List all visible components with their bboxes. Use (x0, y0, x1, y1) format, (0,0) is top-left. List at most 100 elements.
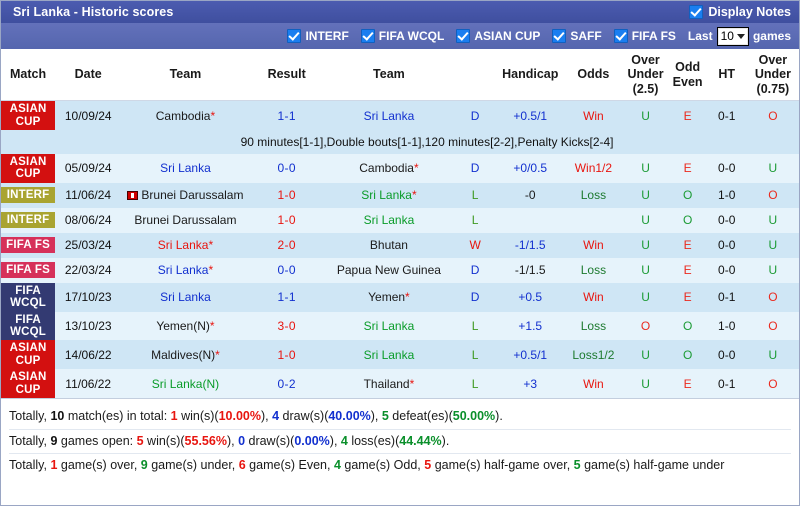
match-result[interactable]: 1-0 (249, 340, 324, 370)
col-result[interactable]: Result (249, 49, 324, 102)
competition-filter-bar: INTERF FIFA WCQL ASIAN CUP SAFF FIFA FS … (1, 23, 799, 49)
col-handicap[interactable]: Handicap (496, 49, 565, 102)
s3-under: 9 (140, 458, 148, 472)
col-odd-even[interactable]: Odd Even (668, 49, 707, 102)
match-result[interactable]: 0-2 (249, 369, 324, 398)
summary-line-1: Totally, 10 match(es) in total: 1 win(s)… (9, 405, 791, 429)
col-team-away[interactable]: Team (323, 49, 455, 102)
competition-badge-cell[interactable]: INTERF (1, 207, 56, 233)
away-team[interactable]: Cambodia* (323, 153, 455, 183)
table-row[interactable]: ASIAN CUP 05/09/24 Sri Lanka 0-0 Cambodia… (1, 153, 799, 183)
col-ht[interactable]: HT (706, 49, 747, 102)
col-ou075-line3: (0.75) (756, 81, 790, 96)
home-team[interactable]: Maldives(N)* (121, 340, 250, 370)
win-draw-loss: D (454, 257, 497, 283)
home-team[interactable]: Sri Lanka (121, 153, 250, 183)
away-team[interactable]: Yemen* (323, 282, 455, 312)
match-result[interactable]: 1-1 (249, 282, 324, 312)
away-team[interactable]: Bhutan (323, 232, 455, 258)
col-match[interactable]: Match (1, 49, 56, 102)
col-team-home[interactable]: Team (121, 49, 250, 102)
table-row[interactable]: INTERF 08/06/24 Brunei Darussalam 1-0 Sr… (1, 207, 799, 233)
table-row[interactable]: FIFA FS 22/03/24 Sri Lanka* 0-0 Papua Ne… (1, 257, 799, 283)
competition-badge-cell[interactable]: ASIAN CUP (1, 340, 56, 370)
over-under-075-value: O (746, 100, 799, 130)
competition-badge-cell[interactable]: FIFA WCQL (1, 311, 56, 341)
table-row[interactable]: ASIAN CUP 14/06/22 Maldives(N)* 1-0 Sri L… (1, 340, 799, 370)
home-team[interactable]: Brunei Darussalam (121, 207, 250, 233)
display-notes-checkbox[interactable] (689, 5, 704, 19)
filter-saff[interactable]: SAFF (552, 29, 602, 43)
table-row[interactable]: FIFA FS 25/03/24 Sri Lanka* 2-0 Bhutan W… (1, 232, 799, 258)
match-date: 22/03/24 (55, 257, 122, 283)
table-row[interactable]: ASIAN CUP 10/09/24 Cambodia* 1-1 Sri Lank… (1, 100, 799, 130)
s1-p0: Totally, (9, 409, 51, 423)
filter-fifa-wcql[interactable]: FIFA WCQL (360, 29, 444, 43)
filter-fifa-fs-checkbox[interactable] (613, 29, 628, 43)
filter-interf-checkbox[interactable] (287, 29, 302, 43)
col-over-under-25[interactable]: Over Under (2.5) (622, 49, 669, 102)
match-result[interactable]: 1-0 (249, 207, 324, 233)
match-result[interactable]: 0-0 (249, 257, 324, 283)
competition-badge-cell[interactable]: FIFA WCQL (1, 282, 56, 312)
away-team[interactable]: Sri Lanka* (323, 182, 455, 208)
competition-badge-cell[interactable]: FIFA FS (1, 257, 56, 283)
away-team[interactable]: Sri Lanka (323, 100, 455, 130)
away-team[interactable]: Sri Lanka (323, 340, 455, 370)
filter-saff-checkbox[interactable] (552, 29, 567, 43)
competition-badge-cell[interactable]: ASIAN CUP (1, 100, 56, 130)
filter-fifa-wcql-checkbox[interactable] (360, 29, 375, 43)
odd-even-value: E (668, 282, 707, 312)
match-result[interactable]: 0-0 (249, 153, 324, 183)
historic-scores-table: Match Date Team Result Team Handicap Odd… (1, 49, 799, 398)
away-team[interactable]: Sri Lanka (323, 207, 455, 233)
filter-asian-cup-checkbox[interactable] (456, 29, 471, 43)
away-team[interactable]: Papua New Guinea (323, 257, 455, 283)
filter-asian-cup[interactable]: ASIAN CUP (456, 29, 540, 43)
away-team[interactable]: Thailand* (323, 369, 455, 398)
odds-result: Win (564, 100, 623, 130)
half-time-score: 0-1 (706, 282, 747, 312)
s1-win-pct: 10.00% (218, 409, 261, 423)
away-team[interactable]: Sri Lanka (323, 311, 455, 341)
match-result[interactable]: 1-0 (249, 182, 324, 208)
home-team[interactable]: Sri Lanka* (121, 257, 250, 283)
match-result[interactable]: 2-0 (249, 232, 324, 258)
col-over-under-075[interactable]: Over Under (0.75) (746, 49, 799, 102)
home-team[interactable]: Sri Lanka (121, 282, 250, 312)
home-team[interactable]: Sri Lanka* (121, 232, 250, 258)
s1-p1: match(es) in total: (64, 409, 171, 423)
home-team[interactable]: Cambodia* (121, 100, 250, 130)
filter-fifa-fs[interactable]: FIFA FS (613, 29, 676, 43)
filter-interf[interactable]: INTERF (287, 29, 349, 43)
odds-result: Loss (564, 182, 623, 208)
display-notes-toggle[interactable]: Display Notes (689, 5, 791, 19)
table-row[interactable]: INTERF 11/06/24 Brunei Darussalam 1-0 Sr… (1, 182, 799, 208)
col-oddeven-line1: Odd (675, 60, 701, 75)
competition-badge-cell[interactable]: INTERF (1, 182, 56, 208)
table-row[interactable]: FIFA WCQL 17/10/23 Sri Lanka 1-1 Yemen* D… (1, 282, 799, 312)
competition-badge-cell[interactable]: FIFA FS (1, 232, 56, 258)
col-wdl (454, 49, 497, 102)
competition-badge: FIFA WCQL (1, 282, 56, 312)
home-team[interactable]: Yemen(N)* (121, 311, 250, 341)
match-date: 25/03/24 (55, 232, 122, 258)
handicap-value: +0/0.5 (496, 153, 565, 183)
col-odds[interactable]: Odds (564, 49, 623, 102)
col-date[interactable]: Date (55, 49, 122, 102)
handicap-value: -1/1.5 (496, 257, 565, 283)
odds-result: Win (564, 232, 623, 258)
odd-even-value: E (668, 369, 707, 398)
match-result[interactable]: 1-1 (249, 100, 324, 130)
competition-badge-cell[interactable]: ASIAN CUP (1, 153, 56, 183)
table-row[interactable]: ASIAN CUP 11/06/22 Sri Lanka(N) 0-2 Thail… (1, 369, 799, 398)
match-date: 05/09/24 (55, 153, 122, 183)
odds-result: Loss (564, 311, 623, 341)
home-team[interactable]: Sri Lanka(N) (121, 369, 250, 398)
home-team[interactable]: Brunei Darussalam (121, 182, 250, 208)
competition-badge-cell[interactable]: ASIAN CUP (1, 369, 56, 398)
last-games-select[interactable]: 10 (716, 26, 749, 46)
table-row[interactable]: FIFA WCQL 13/10/23 Yemen(N)* 3-0 Sri Lank… (1, 311, 799, 341)
match-result[interactable]: 3-0 (249, 311, 324, 341)
over-under-25-value: U (622, 182, 669, 208)
